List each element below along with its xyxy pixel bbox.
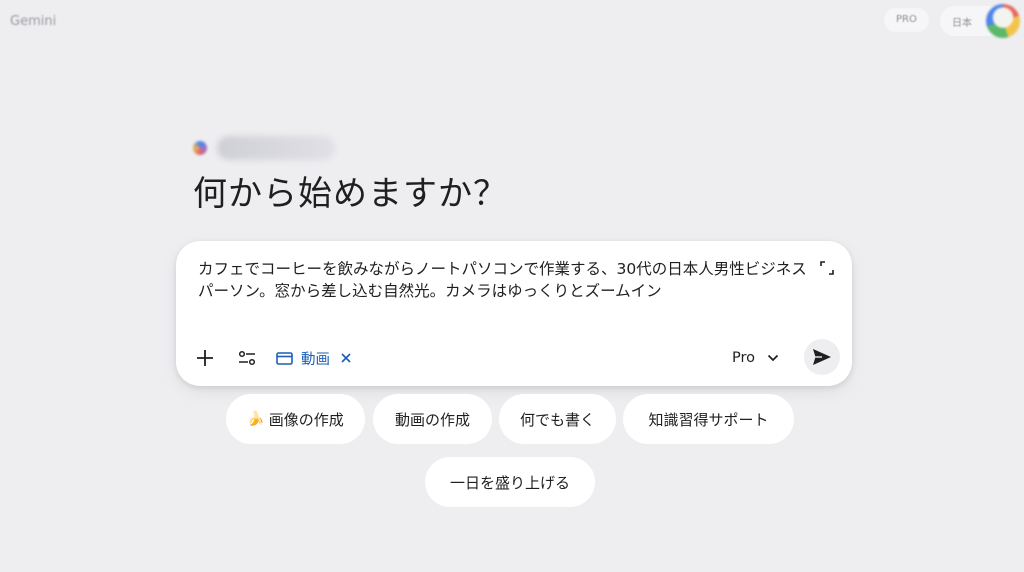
- greeting-name-redacted: [217, 136, 335, 160]
- suggestion-label: 何でも書く: [519, 410, 595, 429]
- banana-icon: 🍌: [247, 411, 265, 427]
- suggestion-chip[interactable]: 🍌 画像の作成: [226, 394, 365, 444]
- suggestion-chip[interactable]: 一日を盛り上げる: [425, 457, 595, 507]
- clapperboard-icon: [276, 351, 293, 365]
- video-chip-label: 動画: [301, 351, 330, 368]
- expand-icon[interactable]: [818, 259, 836, 277]
- close-icon[interactable]: [340, 352, 352, 364]
- send-button[interactable]: [804, 339, 840, 375]
- suggestion-label: 動画の作成: [394, 410, 470, 429]
- add-button[interactable]: [190, 342, 220, 374]
- account-pill[interactable]: 日本: [940, 4, 1020, 38]
- model-label: Pro: [732, 350, 756, 366]
- suggestion-chip[interactable]: 何でも書く: [499, 394, 616, 444]
- suggestion-chip[interactable]: 知識習得サポート: [623, 394, 794, 444]
- suggestion-chip[interactable]: 動画の作成: [373, 394, 492, 444]
- prompt-input[interactable]: カフェでコーヒーを飲みながらノートパソコンで作業する、30代の日本人男性ビジネス…: [198, 258, 818, 302]
- prompt-composer: カフェでコーヒーを飲みながらノートパソコンで作業する、30代の日本人男性ビジネス…: [176, 241, 852, 386]
- video-mode-chip[interactable]: 動画: [276, 345, 352, 371]
- plan-badge[interactable]: PRO: [884, 8, 929, 32]
- spark-icon: [193, 141, 207, 155]
- plus-icon: [197, 350, 213, 366]
- page-title: 何から始めますか？: [193, 174, 508, 214]
- suggestion-label: 知識習得サポート: [648, 410, 769, 429]
- tune-icon: [238, 350, 256, 366]
- tools-button[interactable]: [232, 342, 262, 374]
- send-icon: [813, 349, 831, 365]
- model-selector[interactable]: Pro: [732, 345, 779, 371]
- avatar[interactable]: [986, 4, 1020, 38]
- top-bar: Gemini PRO 日本: [0, 0, 1024, 44]
- suggestion-label: 画像の作成: [268, 410, 344, 429]
- language-label: 日本: [952, 18, 972, 29]
- chevron-down-icon: [767, 354, 779, 362]
- app-name[interactable]: Gemini: [10, 14, 56, 29]
- suggestion-label: 一日を盛り上げる: [449, 473, 570, 492]
